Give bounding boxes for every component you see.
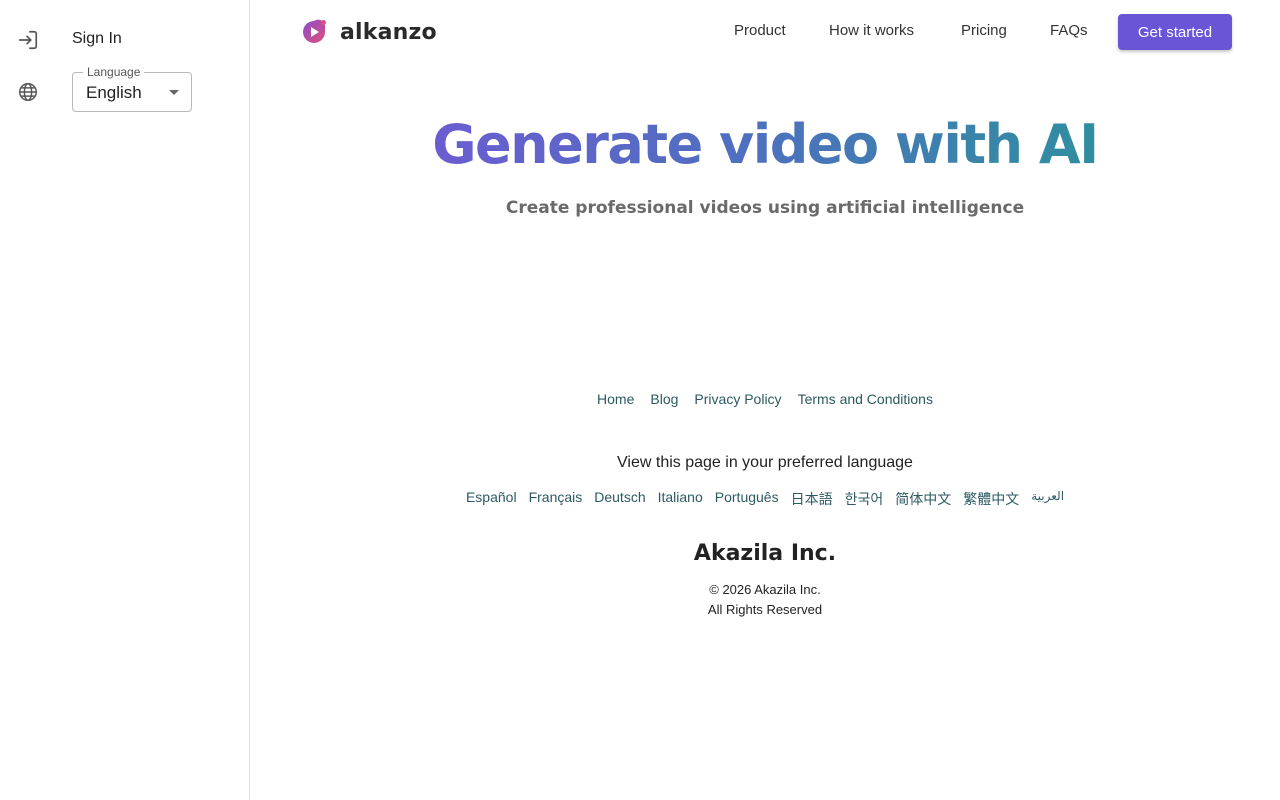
- footer-link-privacy-policy[interactable]: Privacy Policy: [694, 391, 781, 407]
- caret-down-icon: [169, 90, 179, 95]
- language-links: Español Français Deutsch Italiano Portug…: [250, 489, 1280, 509]
- language-link-pt[interactable]: Português: [715, 489, 779, 509]
- language-select-value: English: [86, 83, 142, 102]
- get-started-button[interactable]: Get started: [1118, 14, 1232, 50]
- globe-icon: [16, 80, 40, 104]
- nav-faqs[interactable]: FAQs: [1050, 22, 1088, 42]
- login-icon: [16, 28, 40, 52]
- footer-link-home[interactable]: Home: [597, 391, 634, 407]
- nav-how-it-works[interactable]: How it works: [829, 22, 914, 42]
- sign-in-item[interactable]: Sign In: [0, 26, 249, 54]
- language-link-ko[interactable]: 한국어: [845, 489, 884, 509]
- language-prompt: View this page in your preferred languag…: [617, 454, 913, 471]
- brand-name: alkanzo: [340, 19, 437, 45]
- language-link-de[interactable]: Deutsch: [594, 489, 645, 509]
- play-logo-icon: [303, 19, 326, 43]
- nav-pricing[interactable]: Pricing: [961, 22, 1007, 42]
- footer-links: Home Blog Privacy Policy Terms and Condi…: [250, 391, 1280, 407]
- hero-title: Generate video with AI: [250, 112, 1280, 178]
- hero-title-text: Generate video with AI: [432, 113, 1099, 176]
- brand-logo[interactable]: alkanzo: [300, 16, 437, 48]
- sign-in-label: Sign In: [72, 30, 122, 47]
- app-root: Sign In Language English alkanzo Product…: [0, 0, 1280, 800]
- copyright-text: © 2026 Akazila Inc.: [709, 582, 821, 597]
- hero-subtitle: Create professional videos using artific…: [505, 198, 1025, 218]
- language-link-es[interactable]: Español: [466, 489, 517, 509]
- nav-product[interactable]: Product: [734, 22, 786, 42]
- language-row: Language English: [0, 66, 249, 114]
- language-link-zh-hant[interactable]: 繁體中文: [963, 489, 1019, 509]
- footer-link-terms[interactable]: Terms and Conditions: [798, 391, 933, 407]
- company-name: Akazila Inc.: [693, 541, 837, 566]
- language-select-label: Language: [83, 66, 145, 79]
- footer-link-blog[interactable]: Blog: [650, 391, 678, 407]
- language-link-ar[interactable]: العربية: [1031, 489, 1064, 509]
- language-link-ja[interactable]: 日本語: [791, 489, 833, 509]
- rights-text: All Rights Reserved: [707, 602, 823, 617]
- language-link-fr[interactable]: Français: [529, 489, 583, 509]
- language-link-zh-hans[interactable]: 简体中文: [895, 489, 951, 509]
- language-select[interactable]: Language English: [72, 66, 192, 112]
- sidebar: Sign In Language English: [0, 0, 250, 800]
- language-link-it[interactable]: Italiano: [658, 489, 703, 509]
